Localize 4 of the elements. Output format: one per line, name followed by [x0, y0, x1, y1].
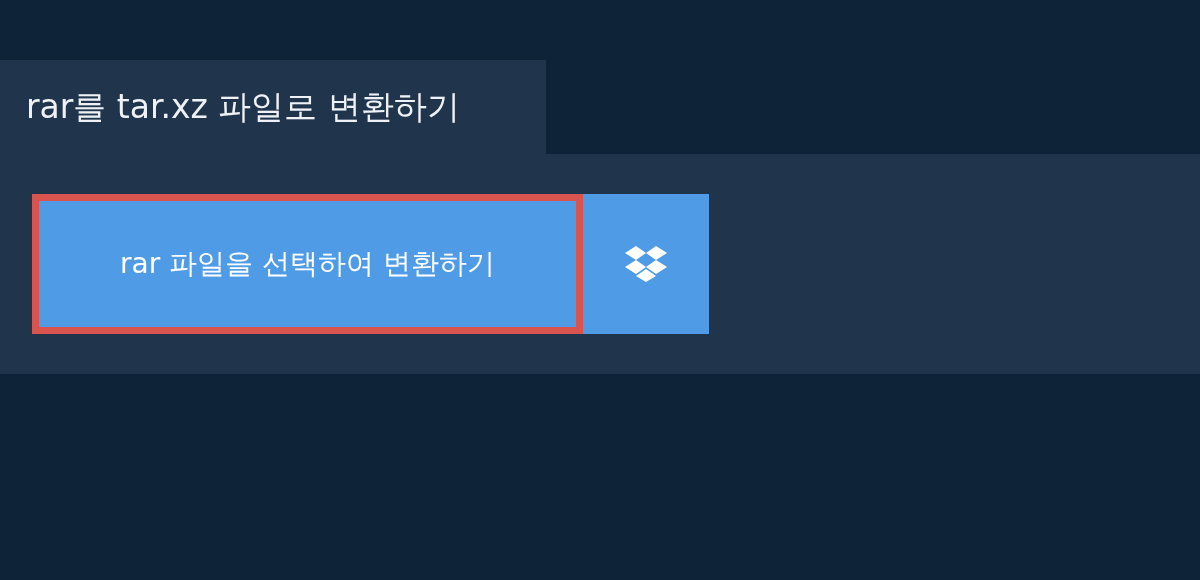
choose-file-button[interactable]: rar 파일을 선택하여 변환하기 — [32, 194, 583, 334]
tab-title: rar를 tar.xz 파일로 변환하기 — [26, 86, 460, 129]
dropbox-button[interactable] — [583, 194, 709, 334]
dropbox-icon — [625, 246, 667, 282]
